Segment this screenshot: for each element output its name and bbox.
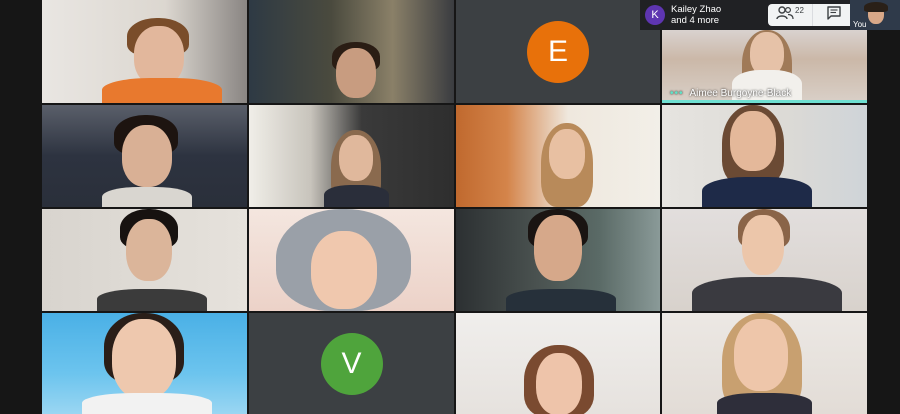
participant-grid: E ••• Aimee Burgoyne-Black V xyxy=(0,0,900,414)
participant-tile[interactable]: V xyxy=(249,313,454,414)
participant-tile[interactable] xyxy=(42,0,247,103)
participant-tile[interactable] xyxy=(456,209,660,311)
participant-tile[interactable] xyxy=(456,105,660,207)
people-icon xyxy=(776,5,794,25)
participant-tile[interactable] xyxy=(662,105,867,207)
participant-tile[interactable]: E xyxy=(456,0,660,103)
participant-tile[interactable] xyxy=(249,209,454,311)
participant-more-line: and 4 more xyxy=(671,15,720,26)
participant-tile[interactable] xyxy=(42,313,247,414)
participant-tile-active-speaker[interactable]: ••• Aimee Burgoyne-Black xyxy=(662,30,867,103)
self-label: You xyxy=(853,20,867,29)
participant-tile[interactable] xyxy=(456,313,660,414)
participant-name-line: Kailey Zhao xyxy=(671,4,722,15)
speaking-indicator xyxy=(662,100,867,103)
chat-icon xyxy=(827,5,841,25)
participant-avatar: K xyxy=(645,5,665,25)
participant-tile[interactable] xyxy=(662,209,867,311)
audio-level-icon: ••• xyxy=(670,88,684,99)
speaker-name-text: Aimee Burgoyne-Black xyxy=(689,88,792,99)
participant-summary[interactable]: Kailey Zhao and 4 more xyxy=(671,4,721,26)
participant-tile[interactable] xyxy=(42,105,247,207)
participant-tile[interactable] xyxy=(662,313,867,414)
participant-avatar-initial: V xyxy=(320,332,383,395)
people-button[interactable]: 22 xyxy=(768,4,812,26)
participant-tile[interactable] xyxy=(42,209,247,311)
participant-tile[interactable] xyxy=(249,0,454,103)
self-view-tile[interactable]: You xyxy=(850,0,900,30)
participant-tile[interactable] xyxy=(249,105,454,207)
chat-button[interactable] xyxy=(812,4,855,26)
people-count-badge: 22 xyxy=(795,5,804,15)
active-speaker-name: ••• Aimee Burgoyne-Black xyxy=(670,88,791,99)
participant-avatar-initial: E xyxy=(527,20,589,83)
